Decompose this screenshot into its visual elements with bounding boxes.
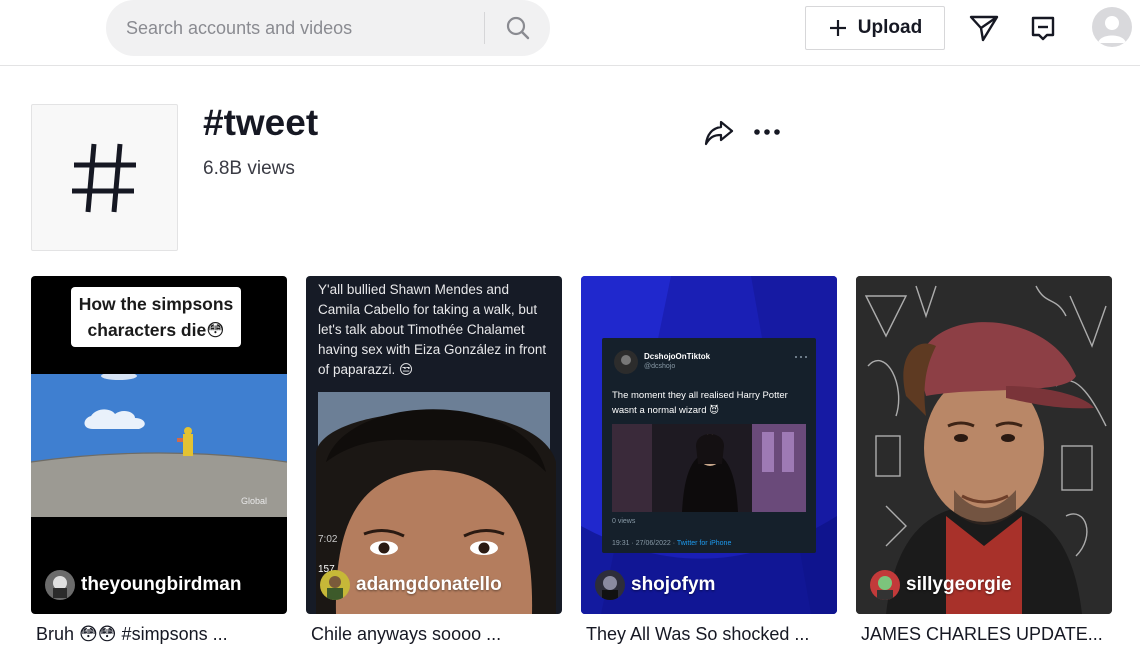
creator-name: theyoungbirdman [81, 574, 242, 595]
video-card[interactable]: How the simpsons characters die😳 Global … [31, 276, 287, 614]
video-thumbnail [856, 276, 1112, 614]
hashtag-views: 6.8B views [203, 158, 295, 179]
top-header: Upload [0, 0, 1140, 66]
search-bar [106, 0, 550, 56]
search-button[interactable] [496, 8, 540, 48]
video-creator[interactable]: theyoungbirdman [45, 570, 241, 600]
tweet-author-name: DcshojoOnTiktok [644, 352, 711, 361]
creator-avatar [595, 570, 625, 600]
overlay-line: How the simpsons [78, 294, 234, 314]
plus-icon [829, 20, 846, 36]
hashtag-title: #tweet [203, 102, 319, 143]
video-creator[interactable]: shojofym [595, 570, 715, 600]
user-icon [1098, 16, 1126, 43]
upload-label: Upload [857, 17, 923, 38]
creator-name: shojofym [631, 574, 716, 595]
creator-avatar [870, 570, 900, 600]
video-thumbnail: Global [31, 374, 287, 517]
hashtag-icon [71, 143, 136, 212]
tweet-text: The moment they all realised Harry Potte… [612, 390, 788, 416]
share-icon [704, 120, 734, 146]
overlay-line: characters die😳 [87, 320, 225, 340]
profile-avatar[interactable] [1092, 7, 1132, 47]
search-icon [506, 16, 530, 40]
video-caption[interactable]: JAMES CHARLES UPDATE... [861, 624, 1117, 645]
tweet-card: DcshojoOnTiktok @dcshojo The moment they… [602, 338, 816, 553]
video-overlay-text: Y'all bullied Shawn Mendes and Camila Ca… [318, 282, 547, 377]
video-overlay-text: How the simpsons characters die😳 [71, 287, 241, 347]
share-button[interactable] [703, 116, 735, 148]
video-creator[interactable]: sillygeorgie [870, 570, 1012, 600]
video-card[interactable]: sillygeorgie [856, 276, 1112, 614]
send-icon [969, 15, 999, 42]
creator-name: sillygeorgie [906, 574, 1012, 595]
more-icon [754, 129, 780, 135]
hashtag-cover [31, 104, 178, 251]
video-caption[interactable]: Bruh 😳😳 #simpsons ... [36, 624, 292, 645]
inbox-button[interactable] [1023, 8, 1063, 48]
video-card[interactable]: Y'all bullied Shawn Mendes and Camila Ca… [306, 276, 562, 614]
video-card[interactable]: DcshojoOnTiktok @dcshojo The moment they… [581, 276, 837, 614]
upload-button[interactable]: Upload [805, 6, 945, 50]
tweet-more-icon [795, 356, 807, 358]
tweet-source: Twitter for iPhone [676, 540, 732, 547]
video-timestamp: 7:02 [318, 534, 338, 545]
tweet-image [612, 424, 806, 512]
inbox-icon [1031, 16, 1055, 41]
search-divider [484, 12, 485, 44]
creator-avatar [320, 570, 350, 600]
video-creator[interactable]: adamgdonatello [320, 570, 502, 600]
search-input[interactable] [126, 0, 476, 56]
tweet-date-text: 19:31 · 27/06/2022 · [612, 540, 677, 547]
tweet-author-handle: @dcshojo [644, 363, 676, 370]
video-caption[interactable]: They All Was So shocked ... [586, 624, 842, 645]
messages-button[interactable] [964, 8, 1004, 48]
watermark-text: Global [241, 496, 267, 506]
tweet-date: 19:31 · 27/06/2022 · Twitter for iPhone [612, 540, 731, 547]
tweet-avatar [614, 350, 638, 374]
creator-name: adamgdonatello [356, 574, 502, 595]
tweet-views: 0 views [612, 518, 636, 525]
more-options-button[interactable] [751, 118, 785, 146]
creator-avatar [45, 570, 75, 600]
video-caption[interactable]: Chile anyways soooo ... [311, 624, 567, 645]
